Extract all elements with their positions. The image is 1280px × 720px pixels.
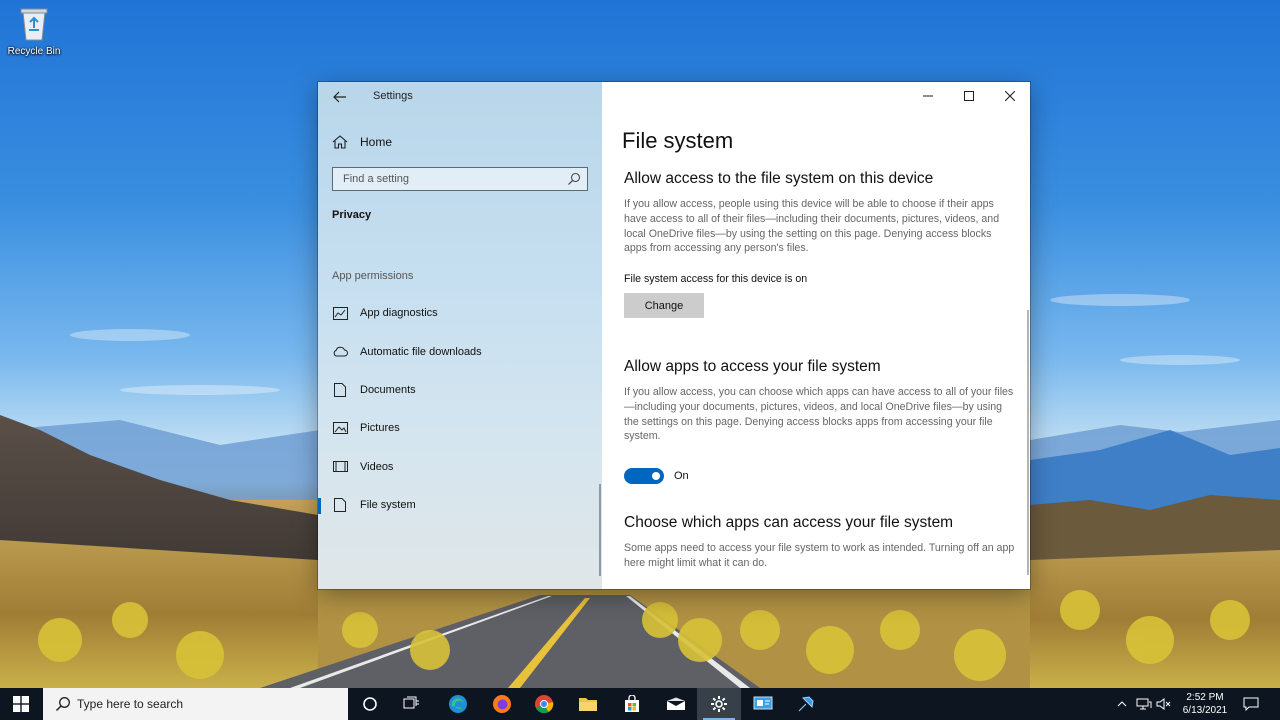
mail-icon	[667, 697, 685, 710]
close-button[interactable]	[989, 82, 1030, 110]
choose-apps-description: Some apps need to access your file syste…	[624, 542, 1015, 569]
sidebar-item-file-system[interactable]: File system	[318, 486, 602, 524]
device-access-status: File system access for this device is on	[624, 273, 808, 285]
settings-window: Settings Home Privacy App permissions Ap…	[318, 82, 1030, 589]
sidebar-item-label: Pictures	[360, 422, 400, 435]
sidebar-item-app-diagnostics[interactable]: App diagnostics	[318, 294, 602, 332]
cortana-button[interactable]	[348, 688, 392, 720]
app-access-toggle-label: On	[674, 470, 689, 482]
taskbar-app-firefox[interactable]	[480, 688, 524, 720]
taskbar-app-chrome[interactable]	[522, 688, 566, 720]
back-arrow-icon	[333, 91, 346, 103]
taskbar-app-edge[interactable]	[436, 688, 480, 720]
cortana-icon	[363, 697, 377, 711]
desktop-icon-label: Recycle Bin	[7, 46, 61, 57]
sidebar-group-app-permissions: App permissions	[332, 270, 414, 282]
cloud-icon	[332, 345, 348, 359]
file-icon	[332, 498, 348, 513]
minimize-button[interactable]	[907, 82, 948, 110]
show-hidden-icons-button[interactable]	[1112, 688, 1132, 720]
store-icon	[625, 695, 639, 712]
desktop-icon-recycle-bin[interactable]: Recycle Bin	[6, 4, 62, 57]
back-button[interactable]	[328, 86, 352, 108]
window-controls	[907, 82, 1030, 110]
window-title: Settings	[373, 90, 413, 102]
control-panel-icon	[753, 696, 773, 710]
sidebar-home-label: Home	[360, 135, 393, 149]
find-setting-search	[332, 167, 588, 191]
folder-icon	[579, 698, 597, 711]
maximize-icon	[963, 91, 974, 101]
sidebar-item-label: File system	[360, 499, 416, 512]
edge-icon	[449, 695, 467, 713]
sidebar-item-pictures[interactable]: Pictures	[318, 409, 602, 447]
diagnostics-icon	[332, 306, 348, 320]
document-icon	[332, 382, 348, 397]
section-heading-device-access: Allow access to the file system on this …	[624, 170, 934, 187]
notification-icon	[1243, 697, 1259, 711]
page-title: File system	[622, 128, 734, 153]
taskbar-app-store[interactable]	[610, 688, 654, 720]
sidebar-nav: App diagnostics Automatic file downloads…	[318, 294, 602, 524]
section-heading-app-access: Allow apps to access your file system	[624, 358, 881, 375]
notifications-button[interactable]	[1240, 688, 1262, 720]
sidebar-item-label: Videos	[360, 460, 394, 473]
close-icon	[1004, 91, 1015, 101]
sidebar-item-label: App diagnostics	[360, 307, 438, 320]
start-button[interactable]	[0, 688, 42, 720]
section-heading-choose-apps: Choose which apps can access your file s…	[624, 514, 954, 531]
minimize-icon	[922, 95, 933, 97]
chevron-up-icon	[1117, 701, 1127, 707]
maximize-button[interactable]	[948, 82, 989, 110]
taskbar-clock[interactable]: 2:52 PM 6/13/2021	[1170, 691, 1240, 717]
content-scrollbar[interactable]	[1027, 310, 1029, 575]
sidebar-item-documents[interactable]: Documents	[318, 371, 602, 409]
firefox-icon	[493, 695, 511, 713]
settings-content: File system Allow access to the file sys…	[602, 82, 1030, 589]
video-icon	[332, 460, 348, 474]
taskbar-search-input[interactable]	[77, 688, 337, 720]
sidebar-item-videos[interactable]: Videos	[318, 448, 602, 486]
taskbar: 2:52 PM 6/13/2021	[0, 688, 1280, 720]
tool-icon	[798, 696, 814, 712]
gear-icon	[711, 696, 727, 712]
sidebar-scrollbar[interactable]	[599, 484, 601, 576]
title-bar[interactable]: Settings	[318, 82, 602, 110]
sidebar-home[interactable]: Home	[332, 132, 392, 152]
recycle-bin-icon	[17, 4, 51, 42]
sidebar-item-label: Automatic file downloads	[360, 345, 482, 358]
sidebar-item-label: Documents	[360, 383, 416, 396]
app-access-toggle[interactable]	[624, 468, 664, 484]
clock-time: 2:52 PM	[1186, 692, 1224, 703]
taskbar-app-settings[interactable]	[697, 688, 741, 720]
chrome-icon	[535, 695, 554, 714]
app-access-description: If you allow access, you can choose whic…	[624, 386, 1014, 443]
search-icon	[55, 697, 70, 712]
taskbar-search	[43, 688, 348, 720]
task-view-button[interactable]	[390, 688, 434, 720]
device-access-description: If you allow access, people using this d…	[624, 198, 1000, 255]
home-icon	[332, 135, 348, 149]
picture-icon	[332, 421, 348, 435]
taskbar-app-file-explorer[interactable]	[566, 688, 610, 720]
settings-sidebar: Settings Home Privacy App permissions Ap…	[318, 82, 602, 589]
sidebar-item-automatic-file-downloads[interactable]: Automatic file downloads	[318, 332, 602, 370]
change-button[interactable]: Change	[624, 293, 704, 318]
search-icon[interactable]	[567, 172, 581, 186]
task-view-icon	[403, 696, 419, 709]
windows-logo-icon	[13, 696, 29, 712]
taskbar-app-mail[interactable]	[654, 688, 698, 720]
network-icon	[1136, 698, 1152, 710]
taskbar-app-control-panel[interactable]	[741, 688, 785, 720]
find-setting-input[interactable]	[333, 168, 563, 190]
network-button[interactable]	[1134, 688, 1154, 720]
sidebar-section-privacy: Privacy	[332, 209, 372, 221]
taskbar-app-tool[interactable]	[784, 688, 828, 720]
clock-date: 6/13/2021	[1182, 705, 1228, 716]
